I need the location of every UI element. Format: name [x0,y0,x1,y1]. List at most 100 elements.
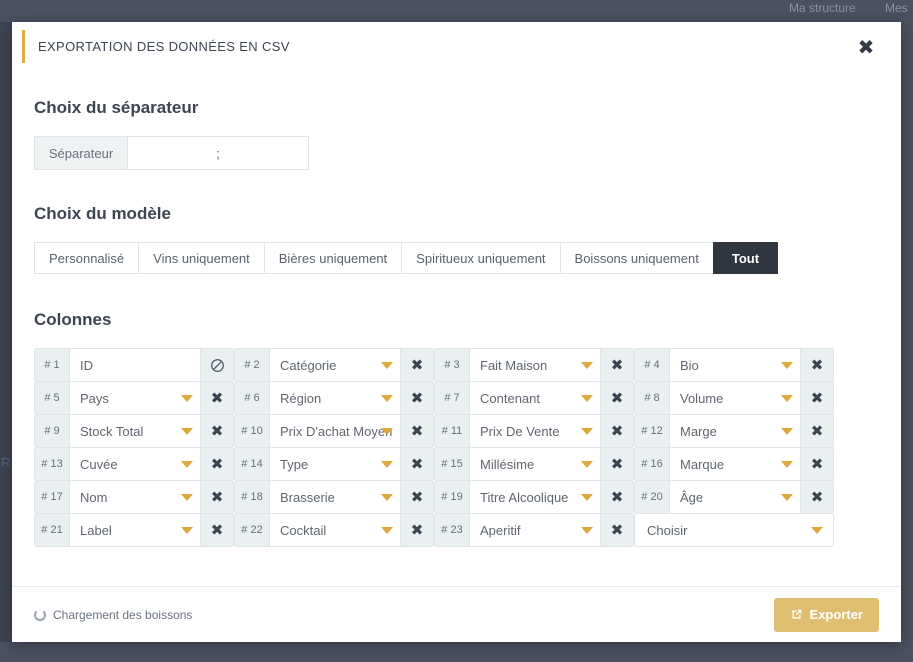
column-select[interactable]: Marge [670,414,800,448]
remove-icon[interactable]: ✖ [200,513,234,547]
column-select[interactable]: Âge [670,480,800,514]
column-select-value: Bio [680,357,699,373]
column-select[interactable]: Pays [70,381,200,415]
model-tab-5[interactable]: Tout [712,242,779,274]
column-cell: # 18 Brasserie ✖ [234,480,434,514]
chevron-down-icon [381,395,393,402]
remove-glyph: ✖ [410,454,424,473]
model-tab-label: Personnalisé [49,250,125,266]
column-select-value: Catégorie [280,357,337,373]
column-select[interactable]: Brasserie [270,480,400,514]
remove-glyph: ✖ [410,388,424,407]
add-column-select[interactable]: Choisir [634,513,834,547]
separator-label: Séparateur [34,136,127,170]
remove-icon[interactable]: ✖ [200,381,234,415]
column-select-value: Pays [80,390,109,406]
column-select[interactable]: Label [70,513,200,547]
column-select[interactable]: Stock Total [70,414,200,448]
column-index-label: # 2 [234,348,270,382]
model-tab-4[interactable]: Boissons uniquement [559,242,713,274]
chevron-down-icon [781,461,793,468]
remove-icon[interactable]: ✖ [400,480,434,514]
column-cell: # 8 Volume ✖ [634,381,834,415]
remove-icon[interactable]: ✖ [200,414,234,448]
column-select[interactable]: Contenant [470,381,600,415]
remove-icon[interactable]: ✖ [400,513,434,547]
column-select-value: Prix D'achat Moyen [280,423,393,439]
remove-icon[interactable]: ✖ [600,447,634,481]
prohibited-icon [200,348,234,382]
column-select[interactable]: Titre Alcoolique [470,480,600,514]
remove-glyph: ✖ [810,355,824,374]
column-index-label: # 16 [634,447,670,481]
column-index-label: # 5 [34,381,70,415]
model-tab-0[interactable]: Personnalisé [34,242,139,274]
column-index-label: # 11 [434,414,470,448]
remove-icon[interactable]: ✖ [600,348,634,382]
column-select[interactable]: Aperitif [470,513,600,547]
remove-icon[interactable]: ✖ [800,348,834,382]
column-select-value: Région [280,390,322,406]
remove-glyph: ✖ [210,520,224,539]
nav-link-mes[interactable]: Mes [885,1,908,15]
column-select-value: Nom [80,489,108,505]
chevron-down-icon [381,494,393,501]
model-tab-2[interactable]: Bières uniquement [263,242,402,274]
remove-icon[interactable]: ✖ [400,414,434,448]
close-icon[interactable]: ✖ [855,36,877,58]
column-cell: # 23 Aperitif ✖ [434,513,634,547]
column-select[interactable]: Marque [670,447,800,481]
remove-icon[interactable]: ✖ [600,480,634,514]
column-select[interactable]: Millésime [470,447,600,481]
column-select[interactable]: Volume [670,381,800,415]
column-select[interactable]: Prix D'achat Moyen [270,414,400,448]
remove-icon[interactable]: ✖ [200,447,234,481]
column-select[interactable]: Cuvée [70,447,200,481]
column-select[interactable]: Région [270,381,400,415]
column-select[interactable]: Cocktail [270,513,400,547]
loading-status: Chargement des boissons [34,608,192,622]
column-select[interactable]: Bio [670,348,800,382]
export-button[interactable]: Exporter [773,597,879,632]
remove-icon[interactable]: ✖ [600,381,634,415]
remove-icon[interactable]: ✖ [800,447,834,481]
column-cell: # 21 Label ✖ [34,513,234,547]
column-select[interactable]: Type [270,447,400,481]
model-tab-3[interactable]: Spiritueux uniquement [401,242,560,274]
column-select-value: Cocktail [280,522,327,538]
remove-icon[interactable]: ✖ [800,414,834,448]
column-index-label: # 17 [34,480,70,514]
chevron-down-icon [581,494,593,501]
remove-glyph: ✖ [410,421,424,440]
nav-link-ma-structure[interactable]: Ma structure [789,1,856,15]
column-cell: # 11 Prix De Vente ✖ [434,414,634,448]
column-index-label: # 13 [34,447,70,481]
column-select-value: Stock Total [80,423,144,439]
column-select-value: Label [80,522,112,538]
remove-glyph: ✖ [610,454,624,473]
column-select-value: Contenant [480,390,540,406]
remove-icon[interactable]: ✖ [200,480,234,514]
chevron-down-icon [381,461,393,468]
chevron-down-icon [181,527,193,534]
add-column-select-value: Choisir [647,522,688,538]
column-select[interactable]: Prix De Vente [470,414,600,448]
column-select[interactable]: Catégorie [270,348,400,382]
model-tab-1[interactable]: Vins uniquement [138,242,264,274]
separator-input[interactable] [127,136,309,170]
column-select[interactable]: Fait Maison [470,348,600,382]
remove-icon[interactable]: ✖ [800,480,834,514]
csv-export-modal: EXPORTATION DES DONNÉES EN CSV ✖ Choix d… [12,22,901,642]
remove-icon[interactable]: ✖ [800,381,834,415]
column-cell: # 1 ID [34,348,234,382]
remove-icon[interactable]: ✖ [600,513,634,547]
column-select-value: Type [280,456,309,472]
remove-icon[interactable]: ✖ [400,348,434,382]
remove-icon[interactable]: ✖ [400,381,434,415]
remove-glyph: ✖ [210,487,224,506]
remove-icon[interactable]: ✖ [400,447,434,481]
column-select-value: Cuvée [80,456,118,472]
spinner-icon [34,608,46,621]
remove-icon[interactable]: ✖ [600,414,634,448]
column-select[interactable]: Nom [70,480,200,514]
